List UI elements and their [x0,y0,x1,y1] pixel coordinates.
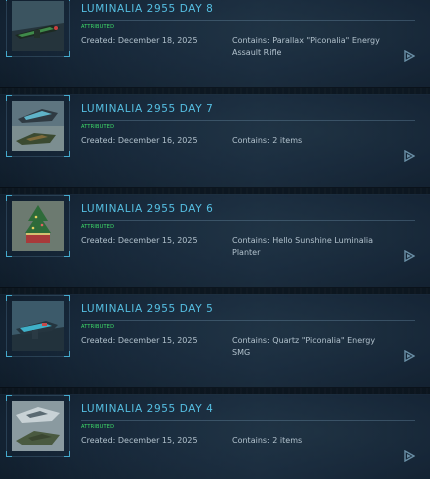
item-thumbnail[interactable] [6,195,70,257]
planter-thumbnail-icon [12,201,64,251]
item-thumbnail[interactable] [6,95,70,157]
item-thumbnail[interactable] [6,395,70,457]
contains-text: Contains: Parallax "Piconalia" Energy As… [232,36,380,57]
item-title[interactable]: LUMINALIA 2955 DAY 6 [81,203,421,215]
attributed-badge: ATTRIBUTED [81,324,115,330]
title-divider [81,220,415,221]
play-arrow-icon[interactable] [403,350,415,362]
attributed-badge: ATTRIBUTED [81,124,115,130]
item-title[interactable]: LUMINALIA 2955 DAY 5 [81,303,421,315]
created-date: Created: December 18, 2025 [81,36,198,45]
title-divider [81,20,415,21]
play-arrow-icon[interactable] [403,250,415,262]
play-arrow-icon[interactable] [403,50,415,62]
title-divider [81,320,415,321]
list-item[interactable]: LUMINALIA 2955 DAY 4 ATTRIBUTED Created:… [0,394,430,479]
contains-text: Contains: Quartz "Piconalia" Energy SMG [232,336,376,357]
pledge-item-list: LUMINALIA 2955 DAY 8 ATTRIBUTED Created:… [0,0,430,479]
created-date: Created: December 15, 2025 [81,436,198,445]
list-item[interactable]: LUMINALIA 2955 DAY 7 ATTRIBUTED Created:… [0,94,430,188]
contains-text: Contains: 2 items [232,136,303,145]
attributed-badge: ATTRIBUTED [81,24,115,30]
item-thumbnail[interactable] [6,0,70,57]
vehicle-thumbnail-icon [12,101,64,151]
attributed-badge: ATTRIBUTED [81,224,115,230]
contains-text: Contains: 2 items [232,436,303,445]
list-item[interactable]: LUMINALIA 2955 DAY 8 ATTRIBUTED Created:… [0,0,430,88]
item-title[interactable]: LUMINALIA 2955 DAY 7 [81,103,421,115]
smg-thumbnail-icon [12,301,64,351]
attributed-badge: ATTRIBUTED [81,424,115,430]
play-arrow-icon[interactable] [403,150,415,162]
item-thumbnail[interactable] [6,295,70,357]
title-divider [81,420,415,421]
contains-text: Contains: Hello Sunshine Luminalia Plant… [232,236,374,257]
created-date: Created: December 15, 2025 [81,336,198,345]
list-item[interactable]: LUMINALIA 2955 DAY 5 ATTRIBUTED Created:… [0,294,430,388]
rifle-thumbnail-icon [12,1,64,51]
ship-thumbnail-icon [12,401,64,451]
created-date: Created: December 15, 2025 [81,236,198,245]
created-date: Created: December 16, 2025 [81,136,198,145]
list-item[interactable]: LUMINALIA 2955 DAY 6 ATTRIBUTED Created:… [0,194,430,288]
play-arrow-icon[interactable] [403,450,415,462]
item-title[interactable]: LUMINALIA 2955 DAY 8 [81,3,421,15]
item-title[interactable]: LUMINALIA 2955 DAY 4 [81,403,421,415]
title-divider [81,120,415,121]
